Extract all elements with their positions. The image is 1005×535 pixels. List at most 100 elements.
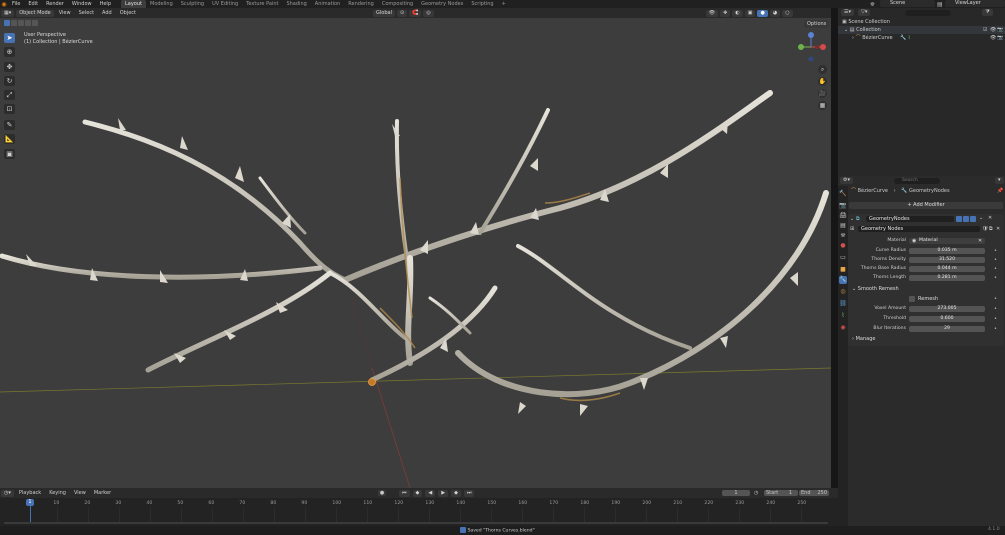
edit-mode-toggle-icon[interactable]	[956, 216, 962, 222]
physics-tab-icon[interactable]: ◎	[839, 288, 847, 296]
exclude-checkbox-icon[interactable]: ☑	[983, 26, 987, 34]
3d-viewport[interactable]	[0, 18, 831, 488]
tab-rendering[interactable]: Rendering	[344, 0, 378, 8]
menu-help[interactable]: Help	[96, 0, 115, 8]
viewport-menu-object[interactable]: Object	[116, 10, 140, 16]
tab-texture-paint[interactable]: Texture Paint	[242, 0, 282, 8]
pan-hand-icon[interactable]: ✋	[818, 77, 827, 86]
timeline-editor-type-icon[interactable]: ◷▾	[1, 489, 14, 497]
overlay-toggle-icon[interactable]: ◐	[732, 9, 743, 17]
current-frame-field[interactable]: 1	[722, 490, 750, 496]
keyframe-dot-icon[interactable]: •	[994, 296, 997, 302]
constraint-tab-icon[interactable]: ⛓	[839, 300, 847, 308]
zoom-icon[interactable]: ⌕	[818, 65, 827, 74]
timeline-menu-keying[interactable]: Keying	[45, 490, 70, 496]
keyframe-dot-icon[interactable]: •	[994, 275, 997, 281]
shading-solid-icon[interactable]: ●	[757, 9, 768, 17]
shading-material-icon[interactable]: ◕	[769, 9, 781, 17]
select-invert-icon[interactable]	[25, 20, 31, 26]
tab-sculpting[interactable]: Sculpting	[177, 0, 208, 8]
fake-user-icon[interactable]: 🛡	[982, 226, 988, 232]
timeline-menu-view[interactable]: View	[70, 490, 90, 496]
transform-tool-icon[interactable]: ⊡	[4, 104, 15, 114]
properties-options-icon[interactable]: ▾	[995, 177, 1004, 184]
outliner-collection[interactable]: ⌄ ▤ Collection ☑ 👁 📷	[838, 26, 1005, 34]
editor-type-button[interactable]: ▦▾	[1, 9, 15, 17]
start-frame-field[interactable]: Start 1	[764, 490, 798, 496]
thorns-base-radius-field[interactable]: 0.044 m	[909, 266, 985, 272]
remesh-checkbox[interactable]	[909, 296, 915, 302]
rotate-tool-icon[interactable]: ↻	[4, 76, 15, 86]
properties-editor-type-icon[interactable]: ⚙▾	[840, 177, 853, 184]
pivot-icon[interactable]: ⊙	[396, 9, 408, 17]
jump-end-icon[interactable]: ⏭	[463, 490, 475, 497]
keyframe-dot-icon[interactable]: •	[994, 266, 997, 272]
measure-tool-icon[interactable]: 📐	[4, 134, 15, 144]
select-subtract-icon[interactable]	[18, 20, 24, 26]
proportional-edit-icon[interactable]: ◎	[423, 9, 434, 17]
thorns-density-field[interactable]: 31.520	[909, 257, 985, 263]
outliner-scene-collection[interactable]: ▣ Scene Collection	[838, 18, 1005, 26]
modifier-name-field[interactable]: GeometryNodes	[866, 216, 954, 222]
hide-viewport-icon[interactable]: 👁	[990, 26, 996, 34]
scene-selector[interactable]: Scene	[880, 0, 935, 7]
pin-icon[interactable]: 📌	[997, 188, 1003, 195]
keyframe-dot-icon[interactable]: •	[994, 257, 997, 263]
keyframe-dot-icon[interactable]: •	[994, 316, 997, 322]
timeline-menu-playback[interactable]: Playback	[15, 490, 45, 496]
tab-modeling[interactable]: Modeling	[146, 0, 177, 8]
voxel-amount-field[interactable]: 273.005	[909, 306, 985, 312]
menu-edit[interactable]: Edit	[24, 0, 42, 8]
tab-shading[interactable]: Shading	[282, 0, 310, 8]
viewport-menu-view[interactable]: View	[55, 10, 75, 16]
data-tab-icon[interactable]: ⌇	[839, 312, 847, 320]
menu-render[interactable]: Render	[42, 0, 68, 8]
keyframe-dot-icon[interactable]: •	[994, 248, 997, 254]
object-tab-icon[interactable]: ■	[839, 266, 847, 274]
keyframe-dot-icon[interactable]: •	[994, 326, 997, 332]
viewport-menu-select[interactable]: Select	[75, 10, 98, 16]
outliner-search-input[interactable]	[905, 9, 952, 16]
playhead-frame-label[interactable]: 1	[26, 499, 34, 506]
curve-radius-field[interactable]: 0.035 m	[909, 248, 985, 254]
view-layer-selector[interactable]: ViewLayer	[945, 0, 1005, 7]
play-icon[interactable]: ▶	[438, 490, 449, 497]
tool-tab-icon[interactable]: 🔨	[839, 190, 847, 198]
gizmo-toggle-icon[interactable]: ✥	[720, 9, 731, 17]
add-workspace-button[interactable]: +	[498, 0, 510, 8]
render-tab-icon[interactable]: 📷	[839, 202, 847, 210]
select-box-tool-icon[interactable]: ➤	[4, 33, 15, 43]
camera-view-icon[interactable]: 🎥	[818, 89, 827, 98]
disable-render-icon[interactable]: 📷	[997, 26, 1003, 34]
end-frame-field[interactable]: End 250	[799, 490, 829, 496]
tab-compositing[interactable]: Compositing	[378, 0, 417, 8]
material-clear-icon[interactable]: ✕	[978, 238, 982, 244]
menu-window[interactable]: Window	[68, 0, 96, 8]
play-reverse-icon[interactable]: ◀	[425, 490, 436, 497]
jump-start-icon[interactable]: ⏮	[399, 490, 410, 497]
thorns-length-field[interactable]: 0.281 m	[909, 275, 985, 281]
select-intersect-icon[interactable]	[32, 20, 38, 26]
menu-file[interactable]: File	[8, 0, 24, 8]
world-tab-icon[interactable]: ●	[839, 242, 847, 250]
manage-panel-header[interactable]: › Manage	[852, 336, 875, 342]
collection-tab-icon[interactable]: ▭	[839, 254, 847, 262]
properties-search-input[interactable]: Search	[894, 177, 940, 184]
viewport-menu-add[interactable]: Add	[98, 10, 116, 16]
show-viewport-toggle-icon[interactable]	[963, 216, 969, 222]
tab-uv-editing[interactable]: UV Editing	[208, 0, 242, 8]
xray-toggle-icon[interactable]: ▣	[744, 9, 756, 17]
shading-render-icon[interactable]: ○	[782, 9, 793, 17]
material-tab-icon[interactable]: ◉	[839, 324, 847, 332]
modifier-dropdown-icon[interactable]: ⌄	[979, 215, 983, 221]
annotate-tool-icon[interactable]: ✎	[4, 120, 15, 130]
outliner-object-row[interactable]: › ⌒ BézierCurve 🔧 ⌇ 👁 📷	[838, 34, 1005, 42]
tab-scripting[interactable]: Scripting	[467, 0, 497, 8]
threshold-field[interactable]: 0.600	[909, 316, 985, 322]
add-modifier-button[interactable]: + Add Modifier	[849, 202, 1003, 209]
scene-tab-icon[interactable]: ⛯	[839, 232, 847, 240]
output-tab-icon[interactable]: 🖨	[839, 212, 847, 220]
select-extend-icon[interactable]	[11, 20, 17, 26]
view-layer-tab-icon[interactable]: ▤	[839, 222, 847, 230]
smooth-remesh-panel-header[interactable]: ⌄ Smooth Remesh	[852, 286, 899, 292]
